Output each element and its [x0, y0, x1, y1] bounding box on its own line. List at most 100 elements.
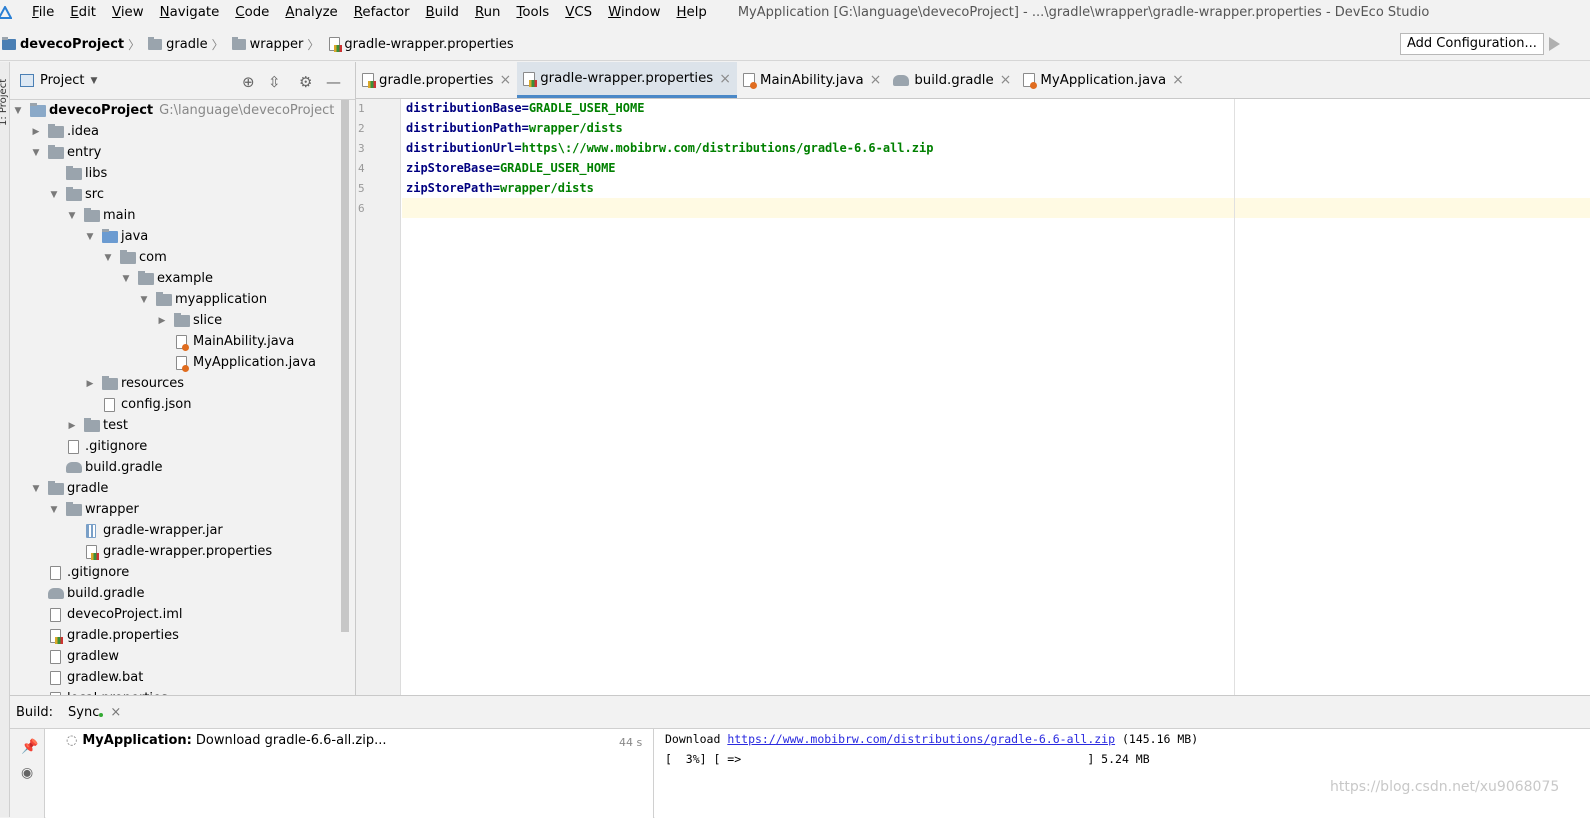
project-view-selector[interactable]: Project	[40, 73, 84, 88]
expand-arrow-icon[interactable]: ▶	[156, 316, 168, 326]
jar-file-icon	[86, 523, 96, 538]
navigation-bar: devecoProject 〉 gradle 〉 wrapper 〉 gradl…	[0, 28, 1590, 61]
expand-arrow-icon[interactable]: ▼	[138, 295, 150, 305]
expand-arrow-icon[interactable]: ▼	[30, 484, 42, 494]
pin-icon[interactable]: 📌	[21, 739, 38, 755]
menu-file[interactable]: File	[24, 0, 62, 25]
run-icon[interactable]	[1549, 37, 1560, 51]
locate-icon[interactable]: ⊕	[242, 73, 255, 91]
close-icon[interactable]: ×	[110, 705, 121, 720]
expand-arrow-icon[interactable]: ▼	[30, 148, 42, 158]
menu-view[interactable]: View	[104, 0, 152, 25]
tree-item[interactable]: ▼ wrapper	[48, 499, 139, 520]
breadcrumb-file[interactable]: gradle-wrapper.properties	[327, 37, 514, 52]
breadcrumb-gradle[interactable]: gradle 〉	[148, 36, 227, 53]
chevron-down-icon[interactable]: ▼	[90, 76, 97, 86]
download-link[interactable]: https://www.mobibrw.com/distributions/gr…	[727, 732, 1115, 746]
tree-item[interactable]: config.json	[84, 394, 192, 415]
expand-arrow-icon[interactable]: ▶	[66, 421, 78, 431]
tree-item[interactable]: ▼ myapplication	[138, 289, 267, 310]
menu-refactor[interactable]: Refactor	[346, 0, 418, 25]
tab-mainability-java[interactable]: MainAbility.java ×	[737, 62, 887, 98]
menu-tools[interactable]: Tools	[508, 0, 557, 25]
tab-build-gradle[interactable]: build.gradle ×	[887, 62, 1017, 98]
menu-navigate[interactable]: Navigate	[152, 0, 228, 25]
eye-icon[interactable]: ◉	[21, 765, 33, 781]
build-side-toolbar: 📌 ◉	[10, 729, 45, 818]
tree-item[interactable]: gradle-wrapper.jar	[66, 520, 223, 541]
collapse-all-icon[interactable]: ⇳	[268, 73, 281, 91]
tree-item[interactable]: libs	[48, 163, 107, 184]
close-icon[interactable]: ×	[1000, 72, 1012, 88]
close-icon[interactable]: ×	[1172, 72, 1184, 88]
tree-item[interactable]: ▶ test	[66, 415, 128, 436]
menu-window[interactable]: Window	[600, 0, 668, 25]
tree-item[interactable]: gradle-wrapper.properties	[66, 541, 272, 562]
tree-item[interactable]: devecoProject.iml	[30, 604, 183, 625]
tree-item[interactable]: MyApplication.java	[156, 352, 316, 373]
tree-item[interactable]: ▶ resources	[84, 373, 184, 394]
expand-arrow-icon[interactable]: ▼	[48, 505, 60, 515]
tree-item[interactable]: ▼ devecoProject G:\language\devecoProject	[12, 100, 334, 121]
tree-item[interactable]: ▼ src	[48, 184, 104, 205]
menu-analyze[interactable]: Analyze	[277, 0, 345, 25]
menu-build[interactable]: Build	[418, 0, 467, 25]
tree-item[interactable]: gradle.properties	[30, 625, 179, 646]
left-tool-strip: 1: Project	[0, 62, 10, 817]
expand-arrow-icon[interactable]: ▼	[84, 232, 96, 242]
tree-item[interactable]: gradlew.bat	[30, 667, 143, 688]
tree-item[interactable]: MainAbility.java	[156, 331, 294, 352]
close-icon[interactable]: ×	[870, 72, 882, 88]
menu-edit[interactable]: Edit	[62, 0, 104, 25]
menu-vcs[interactable]: VCS	[557, 0, 600, 25]
build-output-console[interactable]: Download https://www.mobibrw.com/distrib…	[655, 729, 1590, 818]
tree-item-label: gradle-wrapper.jar	[103, 523, 223, 538]
text-file-icon	[50, 649, 61, 664]
project-scrollbar[interactable]	[341, 100, 349, 632]
tree-item[interactable]: ▼ main	[66, 205, 135, 226]
tree-item[interactable]: build.gradle	[48, 457, 163, 478]
tree-item[interactable]: ▼ java	[84, 226, 148, 247]
expand-arrow-icon[interactable]: ▼	[12, 106, 24, 116]
expand-arrow-icon[interactable]: ▼	[66, 211, 78, 221]
tree-item[interactable]: ▶ .idea	[30, 121, 99, 142]
expand-arrow-icon[interactable]: ▶	[84, 379, 96, 389]
gear-icon[interactable]: ⚙	[299, 73, 312, 91]
close-icon[interactable]: ×	[499, 72, 511, 88]
code-line[interactable]: zipStoreBase=GRADLE_USER_HOME	[406, 161, 616, 175]
code-line[interactable]: distributionUrl=https\://www.mobibrw.com…	[406, 141, 933, 155]
close-icon[interactable]: ×	[719, 71, 731, 87]
build-task-row[interactable]: ◌ MyApplication: Download gradle-6.6-all…	[66, 733, 387, 748]
tree-item[interactable]: ▼ gradle	[30, 478, 108, 499]
tree-item[interactable]: gradlew	[30, 646, 119, 667]
hide-panel-icon[interactable]: —	[326, 73, 341, 91]
tree-item[interactable]: .gitignore	[30, 562, 129, 583]
breadcrumb-project[interactable]: devecoProject 〉	[2, 36, 144, 53]
expand-arrow-icon[interactable]: ▼	[102, 253, 114, 263]
tree-item[interactable]: ▼ entry	[30, 142, 101, 163]
add-configuration-button[interactable]: Add Configuration...	[1400, 33, 1544, 55]
expand-arrow-icon[interactable]: ▼	[120, 274, 132, 284]
code-line[interactable]: distributionBase=GRADLE_USER_HOME	[406, 101, 644, 115]
code-editor[interactable]: 1 2 3 4 5 6 distributionBase=GRADLE_USER…	[356, 99, 1590, 695]
menu-code[interactable]: Code	[227, 0, 277, 25]
tree-item-label: slice	[193, 313, 223, 328]
menu-help[interactable]: Help	[669, 0, 715, 25]
window-title: MyApplication [G:\language\devecoProject…	[737, 5, 1430, 20]
expand-arrow-icon[interactable]: ▼	[48, 190, 60, 200]
tab-sync[interactable]: Sync ×	[68, 705, 121, 720]
tree-item[interactable]: ▼ example	[120, 268, 213, 289]
tree-item[interactable]: .gitignore	[48, 436, 147, 457]
tab-myapplication-java[interactable]: MyApplication.java ×	[1017, 62, 1189, 98]
tree-item[interactable]: build.gradle	[30, 583, 145, 604]
expand-arrow-icon[interactable]: ▶	[30, 127, 42, 137]
code-line[interactable]: zipStorePath=wrapper/dists	[406, 181, 594, 195]
menu-run[interactable]: Run	[467, 0, 509, 25]
tab-gradle-wrapper-properties[interactable]: gradle-wrapper.properties ×	[517, 62, 737, 98]
code-line[interactable]: distributionPath=wrapper/dists	[406, 121, 623, 135]
tab-gradle-properties[interactable]: gradle.properties ×	[356, 62, 517, 98]
project-tool-window-button[interactable]: 1: Project	[0, 66, 9, 126]
breadcrumb-wrapper[interactable]: wrapper 〉	[231, 36, 324, 53]
tree-item[interactable]: ▼ com	[102, 247, 167, 268]
tree-item[interactable]: ▶ slice	[156, 310, 222, 331]
